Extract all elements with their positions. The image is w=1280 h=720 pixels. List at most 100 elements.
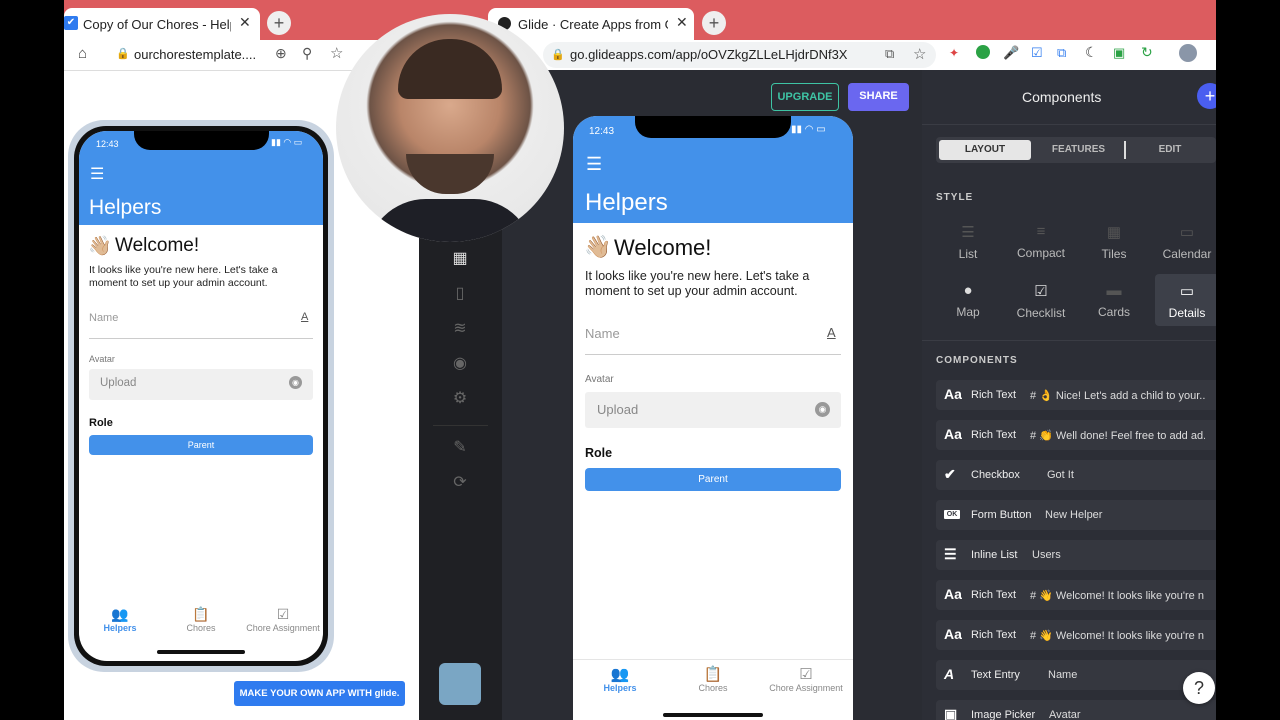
left-upload-field[interactable]: Upload ◉ [89,369,313,400]
text-entry-icon: A [827,325,836,340]
wave-emoji-icon: 👋🏼 [88,236,112,257]
component-rich-text-4[interactable]: Aa Rich Text # 👋 Welcome! It looks like … [936,620,1216,650]
cast-icon[interactable]: ⧉ [885,46,894,62]
right-active-tab[interactable]: Glide · Create Apps from Goog ✕ [488,8,694,40]
share-button[interactable]: SHARE [848,83,909,111]
right-name-placeholder: Name [585,326,620,341]
right-parent-button[interactable]: Parent [585,468,841,491]
copy-extension-icon[interactable]: ⧉ [1057,45,1066,61]
component-rich-text-3[interactable]: Aa Rich Text # 👋 Welcome! It looks like … [936,580,1216,610]
style-checklist[interactable]: ☑ Checklist [1012,282,1070,320]
left-name-field[interactable]: Name A [89,306,313,339]
left-nav-assignment-label: Chore Assignment [246,623,320,633]
left-nav-helpers[interactable]: 👥 Helpers [94,606,146,633]
right-phone-header: 12:43 ▮▮ ◠ ▭ ☰ Helpers [573,116,853,223]
tab-edit[interactable]: EDIT [1136,140,1204,160]
component-form-button[interactable]: OK Form Button New Helper [936,500,1216,530]
add-component-icon[interactable]: + [1197,83,1216,109]
hamburger-menu-icon[interactable]: ☰ [586,154,602,175]
right-nav-helpers-label: Helpers [603,683,637,693]
bookmark-star-icon[interactable]: ☆ [913,45,926,63]
left-avatar-label: Avatar [89,354,115,364]
camera-icon: ◉ [289,376,302,389]
left-name-placeholder: Name [89,312,119,324]
camera-icon: ◉ [815,402,830,417]
component-image-picker[interactable]: ▣ Image Picker Avatar [936,700,1216,720]
style-cards[interactable]: ▬ Cards [1085,282,1143,319]
right-nav-helpers[interactable]: 👥 Helpers [594,665,646,693]
new-tab-icon[interactable]: + [267,11,291,35]
user-avatar[interactable] [439,663,481,705]
right-nav-chores[interactable]: 📋 Chores [687,665,739,693]
user-circle-icon[interactable]: ◉ [449,353,471,375]
component-inline-list[interactable]: ☰ Inline List Users [936,540,1216,570]
component-rich-text-1[interactable]: Aa Rich Text # 👌 Nice! Let's add a child… [936,380,1216,410]
tab-features[interactable]: FEATURES [1036,140,1121,160]
refresh-extension-icon[interactable]: ↻ [1141,44,1153,61]
checkbox-extension-icon[interactable]: ☑ [1031,45,1043,61]
close-tab-icon[interactable]: ✕ [676,14,688,31]
components-heading: COMPONENTS [936,355,1018,366]
component-value: # 👏 Well done! Feel free to add ad... [1030,430,1205,442]
checklist-icon: ☑ [799,666,813,683]
component-checkbox[interactable]: ✔ Checkbox Got It [936,460,1216,490]
right-upload-field[interactable]: Upload ◉ [585,392,841,428]
sync-icon[interactable]: ⟳ [449,472,471,494]
sheet-extension-icon[interactable]: ▣ [1113,45,1125,61]
close-tab-icon[interactable]: ✕ [239,14,251,31]
help-button[interactable]: ? [1183,672,1215,704]
left-parent-button[interactable]: Parent [89,435,313,455]
style-map[interactable]: ● Map [939,282,997,319]
component-rich-text-2[interactable]: Aa Rich Text # 👏 Well done! Feel free to… [936,420,1216,450]
component-text-entry[interactable]: A Text Entry Name [936,660,1216,690]
home-icon[interactable]: ⌂ [78,45,87,62]
right-nav-assignment-label: Chore Assignment [769,683,843,693]
right-nav-assignment[interactable]: ☑ Chore Assignment [766,665,846,693]
people-icon: 👥 [610,666,630,683]
left-url-text[interactable]: ourchorestemplate.... [134,47,256,62]
green-extension-icon[interactable] [976,45,990,59]
make-your-own-app-button[interactable]: MAKE YOUR OWN APP WITH glide. [234,681,405,706]
style-list[interactable]: ☰ List [939,223,997,261]
bookmark-star-icon[interactable]: ☆ [330,44,343,62]
style-calendar[interactable]: ▭ Calendar [1158,223,1216,261]
style-compact[interactable]: ≡ Compact [1012,223,1070,260]
layout-icon[interactable]: ▦ [449,248,471,270]
lock-icon: 🔒 [551,49,565,61]
checklist-icon: ☑ [276,606,290,622]
home-indicator [157,650,245,654]
tiles-style-icon: ▦ [1106,224,1122,241]
right-name-field[interactable]: Name A [585,318,841,355]
components-panel: Components + LAYOUT FEATURES EDIT STYLE … [922,70,1216,720]
new-tab-icon[interactable]: + [702,11,726,35]
style-cards-label: Cards [1097,305,1130,319]
rich-text-icon: Aa [944,386,962,402]
style-details[interactable]: ▭ Details [1158,282,1216,320]
calendar-style-icon: ▭ [1179,224,1195,241]
extension-icon[interactable]: ✦ [949,46,959,60]
style-details-label: Details [1168,306,1206,320]
upgrade-button[interactable]: UPGRADE [771,83,839,111]
right-url-field[interactable]: 🔒 go.glideapps.com/app/oOVZkgZLLeLHjdrDN… [543,42,936,68]
style-tiles[interactable]: ▦ Tiles [1085,223,1143,261]
add-icon[interactable]: ⊕ [275,45,287,62]
pen-icon[interactable]: ✎ [449,437,471,459]
moon-icon[interactable]: ☾ [1085,44,1098,61]
left-nav-chores[interactable]: 📋 Chores [175,606,227,633]
gear-icon[interactable]: ⚙ [449,388,471,410]
hamburger-menu-icon[interactable]: ☰ [90,164,104,184]
zoom-icon[interactable]: ⚲ [302,45,312,62]
left-active-tab[interactable]: ✔ Copy of Our Chores - Helpers ✕ [64,8,260,40]
component-type: Image Picker [971,709,1036,720]
microphone-icon[interactable]: 🎤 [1003,45,1019,61]
tab-layout[interactable]: LAYOUT [939,140,1031,160]
style-compact-label: Compact [1016,246,1066,260]
right-phone-title: Helpers [585,189,668,216]
profile-avatar[interactable] [1179,44,1197,62]
phone-icon[interactable]: ▯ [449,283,471,305]
component-value: # 👌 Nice! Let's add a child to your... [1030,390,1205,402]
right-avatar-label: Avatar [585,374,614,385]
right-tab-strip: Glide · Create Apps from Goog ✕ + [419,0,1216,40]
left-nav-assignment[interactable]: ☑ Chore Assignment [243,606,323,633]
database-icon[interactable]: ≋ [449,318,471,340]
